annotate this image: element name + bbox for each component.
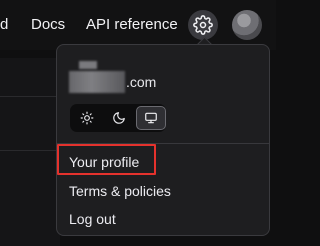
background-divider [0,150,60,151]
highlight-box [57,144,156,175]
email-redaction [69,71,125,93]
account-dropdown-menu: .com Your profile Terms & policies Log o… [56,44,270,236]
monitor-icon [145,112,157,124]
nav-link-partial[interactable]: d [0,16,8,33]
settings-button[interactable] [188,10,218,40]
menu-item-terms-policies[interactable]: Terms & policies [69,183,171,199]
top-navigation-bar: d Docs API reference [0,0,276,50]
background-content [0,58,60,246]
account-email: .com [69,61,259,93]
theme-dark-button[interactable] [104,106,134,130]
theme-system-button[interactable] [136,106,166,130]
theme-light-button[interactable] [72,106,102,130]
nav-link-api-reference[interactable]: API reference [86,16,178,33]
background-divider [0,96,60,97]
email-visible-text: .com [126,74,157,90]
menu-item-log-out[interactable]: Log out [69,211,116,227]
user-avatar[interactable] [232,10,262,40]
sun-icon [80,111,94,125]
nav-link-docs[interactable]: Docs [31,16,65,33]
theme-switcher [70,104,166,132]
moon-icon [113,112,125,124]
email-redaction [79,61,97,69]
gear-icon [193,15,213,35]
